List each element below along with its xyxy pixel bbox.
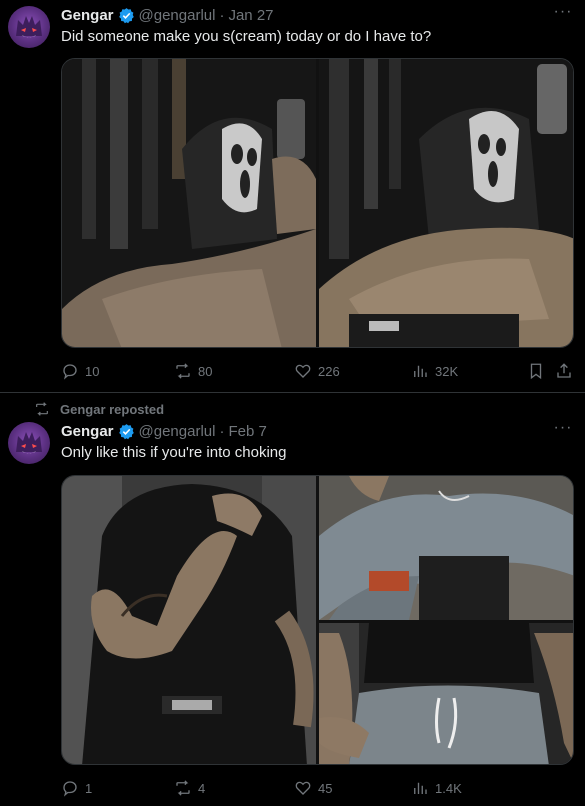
more-options-icon[interactable]: ···: [553, 420, 573, 442]
tweet-text: Only like this if you're into choking: [61, 444, 287, 461]
photo[interactable]: [319, 476, 573, 620]
gengar-avatar-icon: [16, 16, 42, 38]
repost-count: 4: [198, 780, 206, 796]
view-count: 32K: [435, 363, 459, 379]
repost-label: Gengar reposted: [60, 401, 165, 417]
repost-count: 80: [198, 363, 213, 379]
views-button[interactable]: 1.4K: [411, 778, 462, 798]
masked-figure-mirror-selfie-photo: [319, 59, 573, 347]
tweet-header: Gengar @gengarlul · Feb 7: [61, 421, 267, 441]
repost-icon: [176, 363, 190, 379]
photo[interactable]: [62, 476, 316, 764]
views-button[interactable]: 32K: [411, 361, 458, 381]
view-count: 1.4K: [435, 780, 462, 796]
bookmark-button[interactable]: [527, 361, 545, 381]
repost-button[interactable]: 4: [174, 778, 205, 798]
masked-figure-mirror-selfie-photo: [62, 59, 316, 347]
action-bar: 10 80 226 32K: [61, 361, 574, 381]
reply-icon: [63, 364, 77, 380]
share-icon: [557, 363, 571, 378]
separator-dot: ·: [219, 6, 225, 24]
separator-dot: ·: [219, 422, 225, 440]
views-chart-icon: [414, 365, 427, 377]
like-button[interactable]: 226: [294, 361, 340, 381]
photo[interactable]: [62, 59, 316, 347]
repost-icon: [176, 780, 190, 796]
more-options-icon[interactable]: ···: [553, 4, 573, 26]
reply-count: 10: [85, 363, 100, 379]
verified-badge-icon: [118, 423, 134, 439]
views-chart-icon: [414, 782, 427, 794]
black-shirt-seated-photo: [319, 623, 573, 764]
author-handle[interactable]: @gengarlul: [139, 423, 216, 440]
author-name[interactable]: Gengar: [61, 7, 114, 24]
repost-button[interactable]: 80: [174, 361, 212, 381]
tweet-text: Did someone make you s(cream) today or d…: [61, 28, 432, 45]
verified-badge-icon: [118, 7, 134, 23]
avatar[interactable]: [8, 422, 50, 464]
photo[interactable]: [319, 623, 573, 764]
repost-indicator[interactable]: Gengar reposted: [34, 401, 164, 417]
avatar[interactable]: [8, 6, 50, 48]
gengar-avatar-icon: [16, 432, 42, 454]
reply-button[interactable]: 1: [61, 778, 92, 798]
tweet-header: Gengar @gengarlul · Jan 27: [61, 5, 274, 25]
action-bar: 1 4 45 1.4K: [61, 778, 574, 798]
reply-count: 1: [85, 780, 93, 796]
bookmark-icon: [530, 363, 542, 380]
author-name[interactable]: Gengar: [61, 423, 114, 440]
heart-icon: [295, 364, 311, 378]
author-handle[interactable]: @gengarlul: [139, 7, 216, 24]
tweet[interactable]: Gengar reposted Gengar @gengarlul · Feb …: [0, 393, 585, 806]
post-date[interactable]: Feb 7: [228, 423, 266, 440]
share-button[interactable]: [555, 361, 573, 381]
like-count: 226: [318, 363, 340, 379]
reply-button[interactable]: 10: [61, 361, 99, 381]
reply-icon: [63, 781, 77, 797]
black-shirt-torso-photo: [62, 476, 316, 764]
media-grid[interactable]: [61, 475, 574, 765]
media-grid[interactable]: [61, 58, 574, 348]
heart-icon: [295, 781, 311, 795]
like-count: 45: [318, 780, 333, 796]
like-button[interactable]: 45: [294, 778, 332, 798]
repost-icon: [36, 402, 48, 416]
post-date[interactable]: Jan 27: [228, 7, 273, 24]
tweet[interactable]: Gengar @gengarlul · Jan 27 ··· Did someo…: [0, 0, 585, 393]
photo[interactable]: [319, 59, 573, 347]
grey-sweatpants-seated-photo: [319, 476, 573, 620]
